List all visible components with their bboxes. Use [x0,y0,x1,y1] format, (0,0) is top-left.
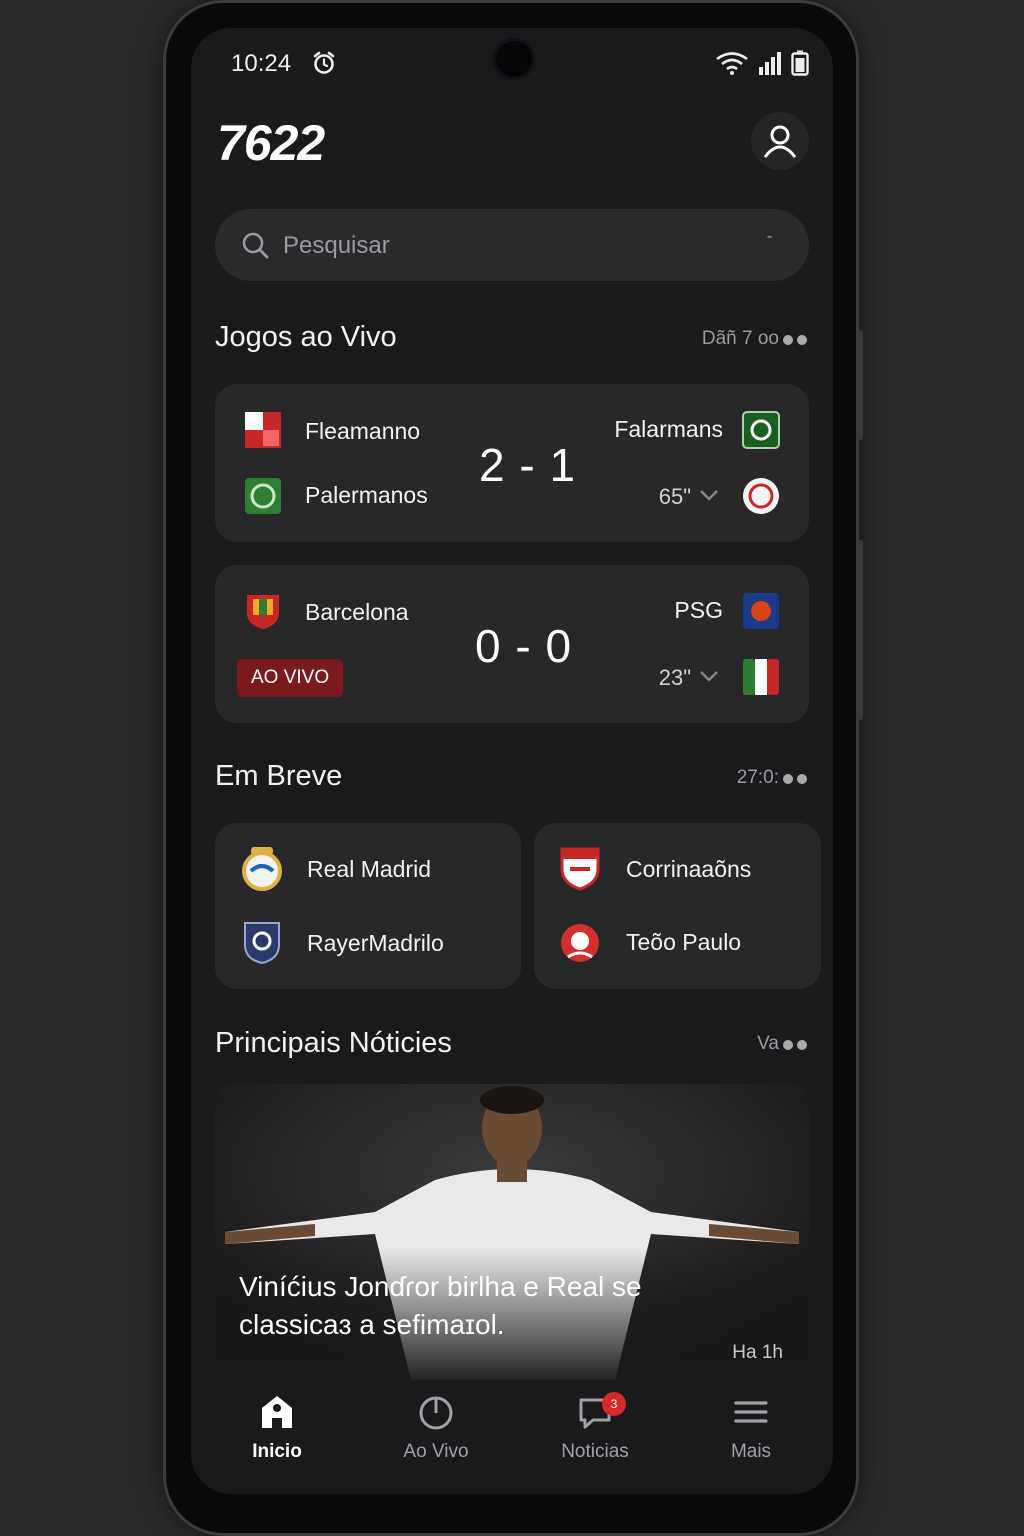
team-name: Real Madrid [307,856,431,882]
nav-label: Noticias [561,1441,629,1462]
menu-icon [734,1401,768,1423]
nav-item-news[interactable]: 3 Noticias [540,1392,650,1463]
team-crest-icon [245,478,281,514]
away-team-name: PSG [674,597,723,623]
dot-icon [797,1039,807,1050]
team-crest-icon [247,595,279,629]
live-section-meta: Dãñ 7 ᴏᴏ [701,328,779,349]
upcoming-section-title: Em Breve [215,760,343,792]
team-crest-icon [743,593,779,629]
team-crest-icon [743,659,779,695]
match-minute: 65" [658,484,691,509]
phone-frame: 10:24 7622 Pesquisar ⁃ Jogos ao Vivo Dãñ… [163,0,863,1536]
upcoming-section-meta: 27:0: [736,767,779,788]
alarm-icon [313,51,335,74]
search-input[interactable] [281,225,745,267]
power-icon [419,1396,453,1430]
dot-icon [783,334,793,345]
signal-icon [759,52,781,75]
nav-item-live[interactable]: Ao Vivo [381,1394,491,1463]
chevron-down-icon[interactable] [699,488,719,502]
nav-label: Ao Vivo [403,1441,469,1462]
match-minute: 23" [658,665,691,690]
team-crest-icon [244,922,280,965]
team-crest-icon [743,478,779,514]
team-name: RayerMadrilo [307,930,444,956]
dot-icon [797,334,807,345]
live-section-title: Jogos ao Vivo [215,321,397,353]
bottom-nav: Inicio Ao Vivo 3 Noticias Mais [191,1380,833,1494]
team-name: Corrinaaõns [626,856,752,882]
home-team-name: Fleamanno [305,418,421,444]
home-icon [262,1396,292,1428]
status-time: 10:24 [231,50,292,77]
upcoming-section-meta-link[interactable]: 27:0: [737,767,807,789]
search-action-icon[interactable]: ⁃ [766,229,773,246]
live-section-meta-link[interactable]: Dãñ 7 ᴏᴏ [702,328,807,350]
upcoming-match-card[interactable]: Corrinaaõns Teõo Paulo [534,823,821,989]
app-logo: 7622 [217,115,325,171]
dot-icon [797,773,807,784]
news-card[interactable]: Viníćius Jonɗɾor birlha e Real se classi… [215,1084,809,1380]
nav-label: Inicio [252,1441,302,1462]
away-team-name: Falarmans [614,416,723,442]
match-score: 2 - 1 [479,439,577,491]
team-crest-icon [242,847,282,891]
search-icon [242,232,269,259]
nav-item-home[interactable]: Inicio [222,1394,332,1463]
news-headline: Viníćius Jonɗɾor birlha e Real se classi… [239,1271,642,1340]
front-camera [493,38,535,80]
search-bar[interactable]: ⁃ [215,209,809,281]
battery-icon [791,50,809,76]
news-section-meta: Va [757,1033,779,1054]
team-crest-icon [560,847,600,891]
dot-icon [783,1039,793,1050]
home-team-name: Barcelona [305,599,409,625]
news-section-meta-link[interactable]: Va [757,1033,807,1055]
home-team-name: Palermanos [305,482,428,508]
news-section-title: Principais Nóticies [215,1027,452,1059]
profile-button[interactable] [751,112,809,170]
team-crest-icon [742,411,780,449]
screen: 10:24 7622 Pesquisar ⁃ Jogos ao Vivo Dãñ… [191,28,833,1494]
power-button [858,540,863,720]
team-crest-icon [561,924,599,962]
team-crest-icon [245,412,281,448]
nav-label: Mais [730,1441,772,1462]
live-badge: AO VIVO [237,659,344,697]
news-time: Ha 1h [732,1342,783,1363]
team-name: Teõo Paulo [626,929,742,955]
system-icons [715,50,809,76]
nav-item-more[interactable]: Mais [696,1394,806,1463]
upcoming-match-card[interactable]: Real Madrid RayerMadrilo [215,823,521,989]
match-score: 0 - 0 [475,620,573,672]
live-match-card[interactable]: Fleamanno Palermanos 2 - 1 Falarmans 65" [215,384,809,542]
chevron-down-icon[interactable] [699,669,719,683]
notification-badge: 3 [602,1392,626,1416]
dot-icon [783,773,793,784]
wifi-icon [716,52,748,75]
user-icon [763,125,797,158]
volume-button [858,330,863,440]
live-match-card[interactable]: Barcelona AO VIVO 0 - 0 PSG 23" [215,565,809,723]
